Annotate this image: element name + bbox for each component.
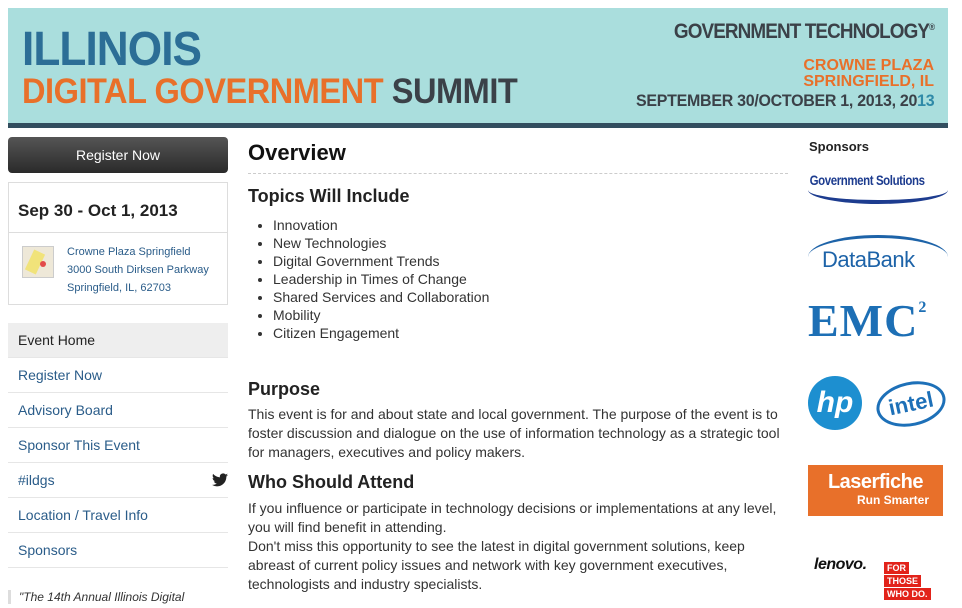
list-item: Innovation bbox=[273, 216, 489, 234]
sponsor-name: DataBank bbox=[822, 247, 915, 272]
tagline-line: WHO DO. bbox=[884, 588, 931, 600]
main-content: Overview Topics Will Include Innovation … bbox=[248, 140, 788, 592]
sponsor-emc-logo[interactable]: EMC2 bbox=[808, 298, 927, 344]
topics-heading: Topics Will Include bbox=[248, 186, 410, 206]
banner-dates-b: 13 bbox=[916, 91, 935, 110]
government-technology-logo: GOVERNMENT TECHNOLOGY® bbox=[673, 20, 935, 44]
nav-item-event-home[interactable]: Event Home bbox=[8, 323, 228, 358]
swoosh-icon bbox=[808, 186, 948, 204]
sponsor-name: lenovo. bbox=[814, 556, 867, 573]
who-should-attend-heading: Who Should Attend bbox=[248, 472, 415, 492]
brand-text: GOVERNMENT TECHNOLOGY bbox=[673, 20, 930, 43]
purpose-text: This event is for and about state and lo… bbox=[248, 406, 780, 460]
event-banner: ILLINOIS DIGITAL GOVERNMENT SUMMIT GOVER… bbox=[8, 8, 948, 128]
banner-dates-a: SEPTEMBER 30/OCTOBER 1, 2013, 20 bbox=[635, 91, 917, 110]
divider bbox=[9, 232, 227, 233]
banner-state: ILLINOIS bbox=[22, 23, 202, 76]
banner-event-name-b: SUMMIT bbox=[391, 72, 518, 111]
event-date-range: Sep 30 - Oct 1, 2013 bbox=[18, 201, 178, 220]
banner-venue-line2: SPRINGFIELD, IL bbox=[803, 73, 934, 90]
event-info-box: Sep 30 - Oct 1, 2013 Crowne Plaza Spring… bbox=[8, 182, 228, 305]
sponsor-laserfiche-logo[interactable]: Laserfiche Run Smarter bbox=[808, 465, 943, 516]
list-item: Leadership in Times of Change bbox=[273, 270, 489, 288]
sponsor-tagline: Run Smarter bbox=[856, 493, 929, 507]
banner-event-name-a: DIGITAL GOVERNMENT bbox=[22, 72, 384, 111]
list-item: Shared Services and Collaboration bbox=[273, 288, 489, 306]
list-item: Digital Government Trends bbox=[273, 252, 489, 270]
sponsor-name-sup: 2 bbox=[918, 299, 928, 316]
nav-item-ildgs[interactable]: #ildgs bbox=[8, 463, 228, 498]
list-item: Citizen Engagement bbox=[273, 324, 489, 342]
nav-item-advisory-board[interactable]: Advisory Board bbox=[8, 393, 228, 428]
sponsor-name: Laserfiche bbox=[827, 471, 924, 493]
sponsor-name: EMC bbox=[808, 295, 919, 346]
testimonial-quote: "The 14th Annual Illinois Digital bbox=[8, 590, 208, 604]
nav-item-sponsors[interactable]: Sponsors bbox=[8, 533, 228, 568]
banner-venue-line1: CROWNE PLAZA bbox=[803, 57, 934, 74]
register-now-button[interactable]: Register Now bbox=[8, 137, 228, 173]
list-item: New Technologies bbox=[273, 234, 489, 252]
twitter-icon bbox=[212, 473, 228, 487]
nav-item-location-travel[interactable]: Location / Travel Info bbox=[8, 498, 228, 533]
sponsors-heading: Sponsors bbox=[809, 139, 869, 154]
sponsor-tagline: FOR THOSE WHO DO. bbox=[884, 562, 940, 600]
address-street-link[interactable]: 3000 South Dirksen Parkway bbox=[67, 264, 209, 276]
map-thumbnail-icon[interactable] bbox=[22, 246, 54, 278]
sponsor-intel-logo[interactable]: intel bbox=[872, 375, 950, 433]
who-should-attend-text: If you influence or participate in techn… bbox=[248, 500, 777, 535]
nav-item-ildgs-label: #ildgs bbox=[18, 472, 55, 488]
nav-item-register-now[interactable]: Register Now bbox=[8, 358, 228, 393]
list-item: Mobility bbox=[273, 306, 489, 324]
nav-item-sponsor-this-event[interactable]: Sponsor This Event bbox=[8, 428, 228, 463]
who-should-attend-text-2: Don't miss this opportunity to see the l… bbox=[248, 538, 745, 592]
brand-mark: ® bbox=[928, 22, 935, 32]
tagline-line: THOSE bbox=[884, 575, 922, 587]
banner-event-name: DIGITAL GOVERNMENT SUMMIT bbox=[22, 72, 518, 111]
purpose-heading: Purpose bbox=[248, 379, 321, 399]
page-title: Overview bbox=[248, 140, 788, 174]
sponsor-lenovo-logo[interactable]: lenovo. FOR THOSE WHO DO. bbox=[808, 556, 943, 600]
sponsor-databank-logo[interactable]: DataBank bbox=[808, 235, 948, 272]
tagline-line: FOR bbox=[884, 562, 909, 574]
sidebar-nav: Event Home Register Now Advisory Board S… bbox=[8, 323, 228, 568]
sponsor-hp-logo[interactable]: hp bbox=[808, 376, 862, 430]
banner-dates: SEPTEMBER 30/OCTOBER 1, 2013, 2013 bbox=[635, 91, 935, 111]
address-city-link[interactable]: Springfield, IL, 62703 bbox=[67, 282, 171, 294]
address-venue-link[interactable]: Crowne Plaza Springfield bbox=[67, 246, 191, 258]
sponsor-government-solutions-logo[interactable]: Government Solutions bbox=[808, 172, 948, 204]
topics-list: Innovation New Technologies Digital Gove… bbox=[273, 216, 489, 342]
